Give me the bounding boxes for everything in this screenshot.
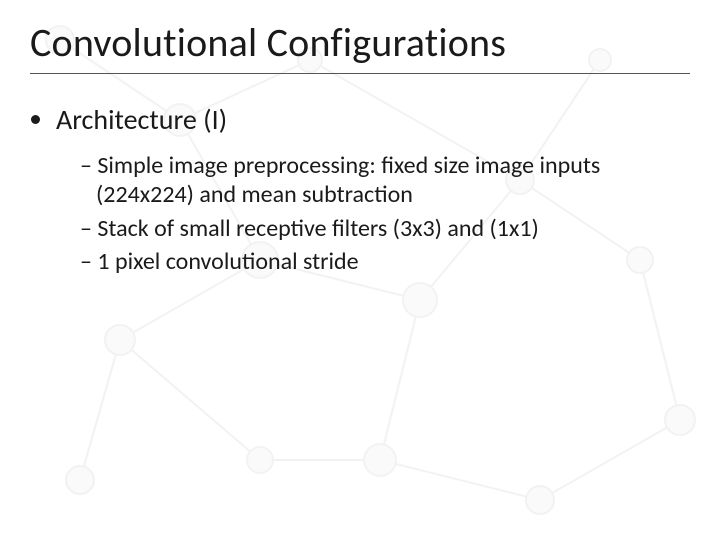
bullet-list-level2: Simple image preprocessing: fixed size i… [56, 151, 690, 276]
title-underline [30, 73, 690, 74]
subbullet-filters: Stack of small receptive filters (3x3) a… [80, 214, 690, 243]
subbullet-stride: 1 pixel convolutional stride [80, 247, 690, 276]
subbullet-preprocessing: Simple image preprocessing: fixed size i… [80, 151, 690, 210]
bullet-list-level1: Architecture (I) Simple image preprocess… [30, 102, 690, 276]
bullet-architecture-label: Architecture (I) [56, 102, 227, 137]
slide-title: Convolutional Configurations [30, 18, 690, 67]
bullet-architecture: Architecture (I) Simple image preprocess… [56, 102, 690, 276]
slide-content: Convolutional Configurations Architectur… [0, 0, 720, 276]
